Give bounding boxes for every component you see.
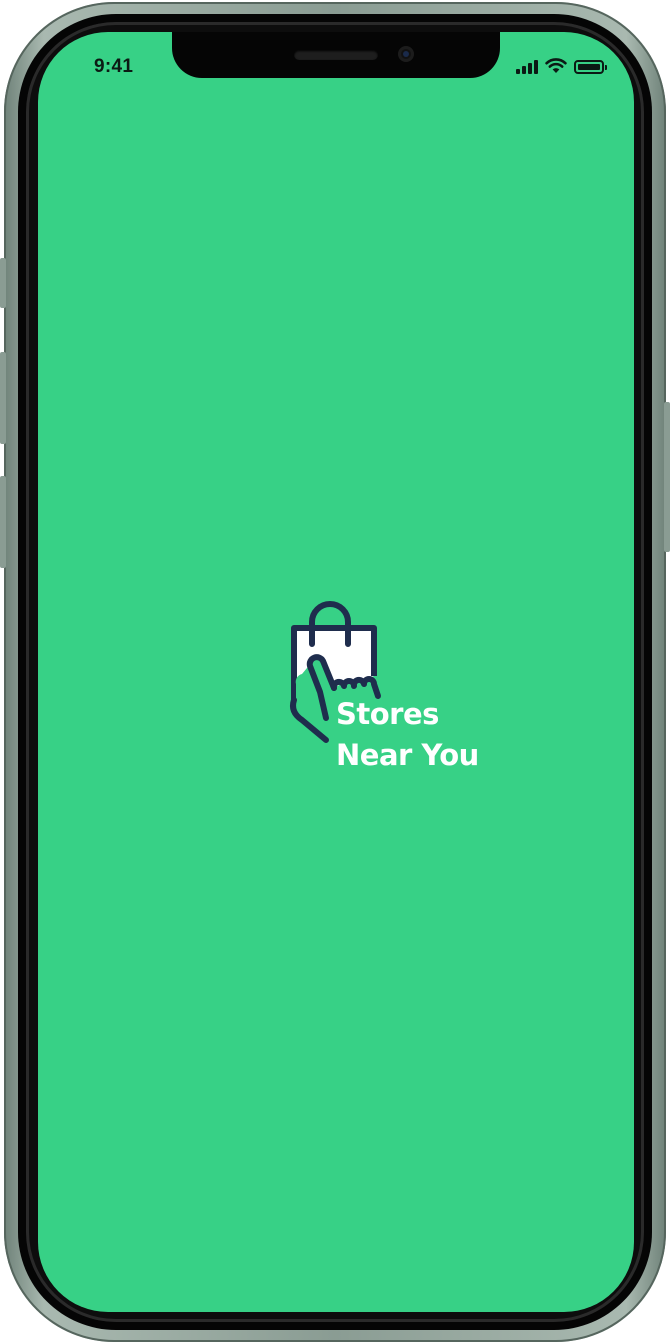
app-title-line2: Near You bbox=[336, 738, 479, 772]
signal-icon bbox=[516, 60, 538, 74]
notch bbox=[172, 32, 500, 78]
volume-up-button bbox=[0, 352, 6, 444]
speaker-grille bbox=[294, 50, 378, 60]
app-title: Stores Near You bbox=[336, 694, 479, 776]
app-title-line1: Stores bbox=[336, 697, 439, 731]
volume-down-button bbox=[0, 476, 6, 568]
power-button bbox=[664, 402, 670, 552]
status-time: 9:41 bbox=[94, 56, 134, 77]
front-camera bbox=[398, 46, 414, 62]
wifi-icon bbox=[545, 58, 567, 73]
splash-screen[interactable]: 9:41 Stores Near You bbox=[38, 32, 634, 1312]
status-icons bbox=[516, 58, 607, 74]
battery-icon bbox=[574, 60, 607, 74]
app-logo: Stores Near You bbox=[282, 600, 482, 780]
silent-switch bbox=[0, 258, 6, 308]
